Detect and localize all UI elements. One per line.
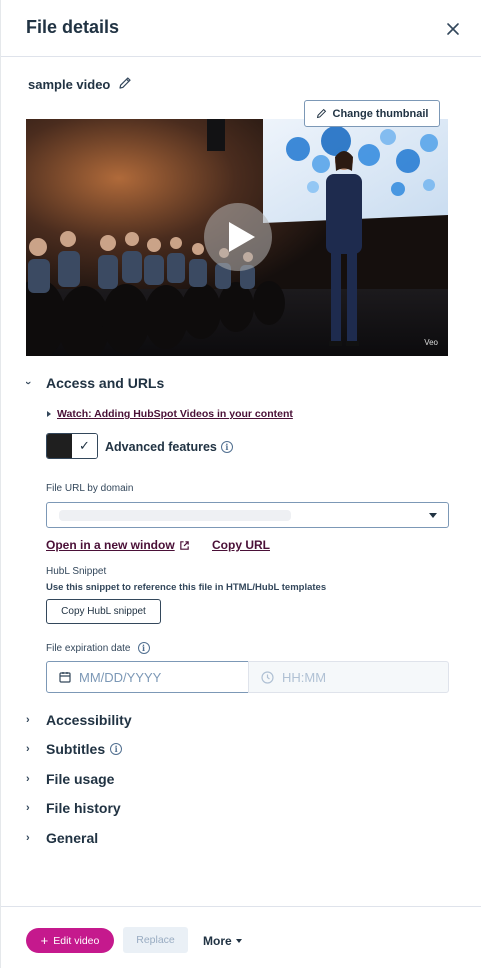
chevron-right-icon: › (26, 802, 30, 814)
expiration-time-input: HH:MM (248, 661, 449, 693)
file-url-select[interactable] (46, 502, 449, 528)
hubl-snippet-description: Use this snippet to reference this file … (46, 582, 327, 593)
expiration-label: File expiration date (46, 642, 131, 654)
caret-right-icon (47, 411, 51, 417)
edit-video-label: Edit video (53, 934, 100, 947)
advanced-features-label: Advanced features (105, 440, 217, 454)
close-icon[interactable] (444, 20, 462, 38)
section-label: Accessibility (46, 712, 132, 728)
chevron-right-icon: › (26, 832, 30, 844)
hubl-snippet-label: HubL Snippet (46, 566, 107, 577)
section-label: File history (46, 800, 121, 816)
open-new-window-link[interactable]: Open in a new window (46, 538, 190, 552)
section-general[interactable]: › General (26, 830, 98, 846)
section-file-usage[interactable]: › File usage (26, 771, 114, 787)
edit-video-button[interactable]: + Edit video (26, 928, 114, 953)
expiration-date-input[interactable]: MM/DD/YYYY (46, 661, 249, 693)
file-name: sample video (28, 77, 111, 92)
caret-down-icon (235, 939, 242, 943)
advanced-features-toggle[interactable]: ✓ (46, 433, 98, 459)
file-url-label: File URL by domain (46, 483, 134, 494)
page-title: File details (26, 17, 120, 37)
info-icon[interactable]: i (220, 441, 233, 453)
section-label: General (46, 830, 99, 846)
chevron-right-icon: › (26, 743, 30, 755)
date-placeholder: MM/DD/YYYY (79, 669, 162, 685)
replace-button: Replace (123, 927, 188, 953)
file-details-panel: File details sample video Change thumbna… (0, 0, 481, 968)
play-button[interactable] (204, 203, 272, 271)
watch-video-link[interactable]: Watch: Adding HubSpot Videos in your con… (57, 408, 293, 420)
section-label: Access and URLs (46, 375, 165, 391)
advanced-features-row: Advanced features i (105, 440, 233, 454)
info-icon[interactable]: i (137, 642, 150, 654)
panel-header: File details (1, 0, 481, 57)
change-thumbnail-label: Change thumbnail (332, 107, 429, 120)
more-label: More (203, 934, 232, 948)
more-menu-button[interactable]: More (203, 934, 242, 948)
section-label: Subtitles (46, 741, 106, 757)
expiration-label-row: File expiration date i (46, 642, 150, 654)
section-accessibility[interactable]: › Accessibility (26, 712, 132, 728)
file-url-value (59, 510, 291, 521)
pencil-icon (316, 108, 326, 119)
video-watermark: Veo (424, 338, 438, 347)
copy-url-link[interactable]: Copy URL (212, 538, 270, 552)
clock-icon (261, 670, 274, 684)
section-file-history[interactable]: › File history (26, 800, 121, 816)
panel-footer: + Edit video Replace More (1, 906, 481, 968)
external-link-icon (179, 540, 189, 550)
caret-down-icon (429, 513, 437, 518)
copy-hubl-snippet-button[interactable]: Copy HubL snippet (46, 599, 161, 624)
info-icon[interactable]: i (110, 743, 123, 755)
chevron-right-icon: › (26, 773, 30, 785)
chevron-down-icon: › (21, 381, 34, 385)
section-label: File usage (46, 771, 115, 787)
video-preview[interactable]: Veo (26, 119, 448, 356)
chevron-right-icon: › (26, 714, 30, 726)
open-new-window-label: Open in a new window (46, 538, 175, 552)
watch-video-link-row: Watch: Adding HubSpot Videos in your con… (47, 408, 293, 420)
section-access-and-urls[interactable]: › Access and URLs (21, 375, 165, 391)
section-subtitles[interactable]: › Subtitles i (26, 741, 123, 757)
calendar-icon (59, 672, 71, 683)
pencil-icon[interactable] (118, 76, 132, 90)
toggle-track (47, 434, 72, 458)
sparkle-icon: + (40, 933, 49, 948)
change-thumbnail-button[interactable]: Change thumbnail (304, 100, 440, 127)
time-placeholder: HH:MM (282, 669, 327, 685)
checkmark-icon: ✓ (72, 434, 97, 458)
